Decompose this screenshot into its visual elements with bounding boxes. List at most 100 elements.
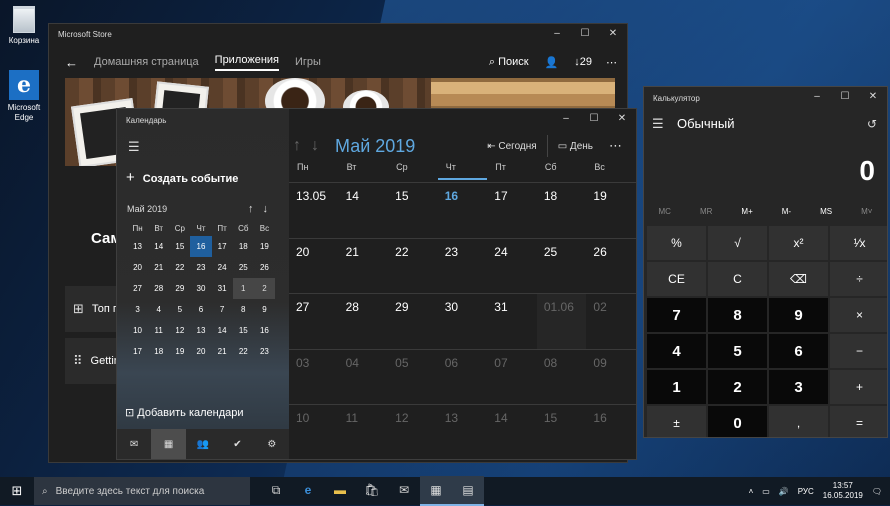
mini-day[interactable]: 21 — [212, 341, 233, 362]
hamburger-menu-icon[interactable]: ☰ — [652, 116, 664, 132]
minimize-button[interactable]: – — [543, 24, 571, 44]
day-cell[interactable]: 15 — [388, 182, 438, 238]
mini-day[interactable]: 25 — [233, 257, 254, 278]
mini-prev-arrow-icon[interactable]: ↑ — [248, 203, 263, 215]
calendar-icon[interactable]: ▦ — [151, 429, 186, 459]
day-cell[interactable]: 27 — [289, 293, 339, 349]
new-event-button[interactable]: + Создать событие — [126, 169, 238, 186]
day-cell[interactable]: 05 — [388, 348, 438, 405]
mini-day[interactable]: 3 — [127, 299, 148, 320]
mini-day[interactable]: 6 — [190, 299, 211, 320]
calc-key[interactable]: 2 — [708, 370, 767, 404]
day-cell[interactable]: 11 — [338, 404, 389, 459]
day-cell[interactable]: 16 — [437, 182, 488, 238]
clock[interactable]: 13:57 16.05.2019 — [823, 481, 863, 501]
calendar-app-icon[interactable]: ▦ — [420, 476, 452, 506]
notifications-icon[interactable]: 🗨 — [872, 487, 882, 496]
calc-key[interactable]: √ — [708, 226, 767, 260]
calc-key[interactable]: 4 — [647, 334, 706, 368]
mini-day[interactable]: 23 — [254, 341, 275, 362]
downloads-button[interactable]: ↓29 — [574, 56, 592, 68]
add-calendars-button[interactable]: ⊡ Добавить календари — [125, 406, 244, 419]
mini-day[interactable]: 23 — [190, 257, 211, 278]
mini-day[interactable]: 13 — [190, 320, 211, 341]
search-button[interactable]: ⌕ Поиск — [489, 56, 529, 69]
day-cell[interactable]: 25 — [536, 237, 587, 294]
day-cell[interactable]: 31 — [487, 293, 537, 349]
day-cell[interactable]: 29 — [388, 293, 438, 349]
mail-icon[interactable]: ✉ — [117, 429, 151, 459]
day-cell[interactable]: 18 — [536, 182, 587, 238]
file-explorer-icon[interactable]: ▬ — [324, 476, 356, 506]
maximize-button[interactable]: ☐ — [831, 87, 859, 107]
calc-key[interactable]: 3 — [769, 370, 828, 404]
memory-button[interactable]: M˅ — [861, 207, 872, 216]
maximize-button[interactable]: ☐ — [571, 24, 599, 44]
calc-key[interactable]: x² — [769, 226, 828, 260]
mini-day[interactable]: 19 — [169, 341, 190, 362]
tab-games[interactable]: Игры — [295, 56, 321, 68]
day-cell[interactable]: 12 — [388, 404, 438, 459]
mini-day[interactable]: 17 — [212, 236, 233, 257]
mini-next-arrow-icon[interactable]: ↓ — [263, 203, 278, 215]
day-cell[interactable]: 19 — [586, 182, 636, 238]
day-cell[interactable]: 26 — [586, 237, 636, 294]
recycle-bin-shortcut[interactable]: Корзина — [0, 6, 48, 46]
memory-button[interactable]: M- — [782, 207, 791, 216]
store-icon[interactable]: 🛍 — [356, 476, 388, 506]
close-button[interactable]: ✕ — [608, 109, 636, 129]
volume-icon[interactable]: 🔊 — [779, 487, 789, 496]
mini-day[interactable]: 15 — [233, 320, 254, 341]
day-view-button[interactable]: ▭ День — [558, 141, 593, 152]
mini-day[interactable]: 8 — [233, 299, 254, 320]
mini-day[interactable]: 24 — [212, 257, 233, 278]
todo-icon[interactable]: ✔ — [220, 429, 254, 459]
language-indicator[interactable]: РУС — [798, 487, 814, 496]
mini-day[interactable]: 14 — [148, 236, 169, 257]
mini-day[interactable]: 26 — [254, 257, 275, 278]
day-cell[interactable]: 28 — [338, 293, 389, 349]
day-cell[interactable]: 21 — [338, 237, 389, 294]
day-cell[interactable]: 24 — [487, 237, 537, 294]
day-cell[interactable]: 02 — [586, 293, 636, 349]
mini-day[interactable]: 17 — [127, 341, 148, 362]
mini-day[interactable]: 4 — [148, 299, 169, 320]
tab-home[interactable]: Домашняя страница — [94, 56, 199, 68]
day-cell[interactable]: 04 — [338, 348, 389, 405]
mini-day[interactable]: 20 — [190, 341, 211, 362]
day-cell[interactable]: 13 — [437, 404, 488, 459]
month-title[interactable]: Май 2019 — [335, 136, 415, 157]
taskbar-search-box[interactable]: ⌕ Введите здесь текст для поиска — [34, 477, 250, 505]
memory-button[interactable]: MC — [659, 207, 671, 216]
calc-key[interactable]: ± — [647, 406, 706, 437]
edge-shortcut[interactable]: e Microsoft Edge — [0, 70, 48, 123]
calc-key[interactable]: ⌫ — [769, 262, 828, 296]
calc-key[interactable]: ¹⁄x — [830, 226, 887, 260]
mini-day[interactable]: 21 — [148, 257, 169, 278]
day-cell[interactable]: 08 — [536, 348, 587, 405]
memory-button[interactable]: MS — [820, 207, 832, 216]
more-icon[interactable]: ⋯ — [609, 138, 622, 154]
day-cell[interactable]: 06 — [437, 348, 488, 405]
mini-day[interactable]: 27 — [127, 278, 148, 299]
memory-button[interactable]: MR — [700, 207, 712, 216]
calc-key[interactable]: 5 — [708, 334, 767, 368]
settings-gear-icon[interactable]: ⚙ — [255, 429, 289, 459]
mini-day[interactable]: 10 — [127, 320, 148, 341]
day-cell[interactable]: 22 — [388, 237, 438, 294]
prev-month-arrow-icon[interactable]: ↑ — [293, 137, 311, 154]
day-cell[interactable]: 07 — [487, 348, 537, 405]
day-cell[interactable]: 15 — [536, 404, 587, 459]
day-cell[interactable]: 16 — [586, 404, 636, 459]
day-cell[interactable]: 14 — [338, 182, 389, 238]
mini-day[interactable]: 5 — [169, 299, 190, 320]
mini-day[interactable]: 7 — [212, 299, 233, 320]
mini-day[interactable]: 9 — [254, 299, 275, 320]
tray-overflow-icon[interactable]: ˄ — [749, 487, 754, 496]
day-cell[interactable]: 09 — [586, 348, 636, 405]
mini-day[interactable]: 13 — [127, 236, 148, 257]
calc-key[interactable]: 0 — [708, 406, 767, 437]
calc-key[interactable]: 1 — [647, 370, 706, 404]
history-icon[interactable]: ↺ — [867, 117, 877, 131]
today-button[interactable]: ⇤ Сегодня — [487, 141, 537, 152]
